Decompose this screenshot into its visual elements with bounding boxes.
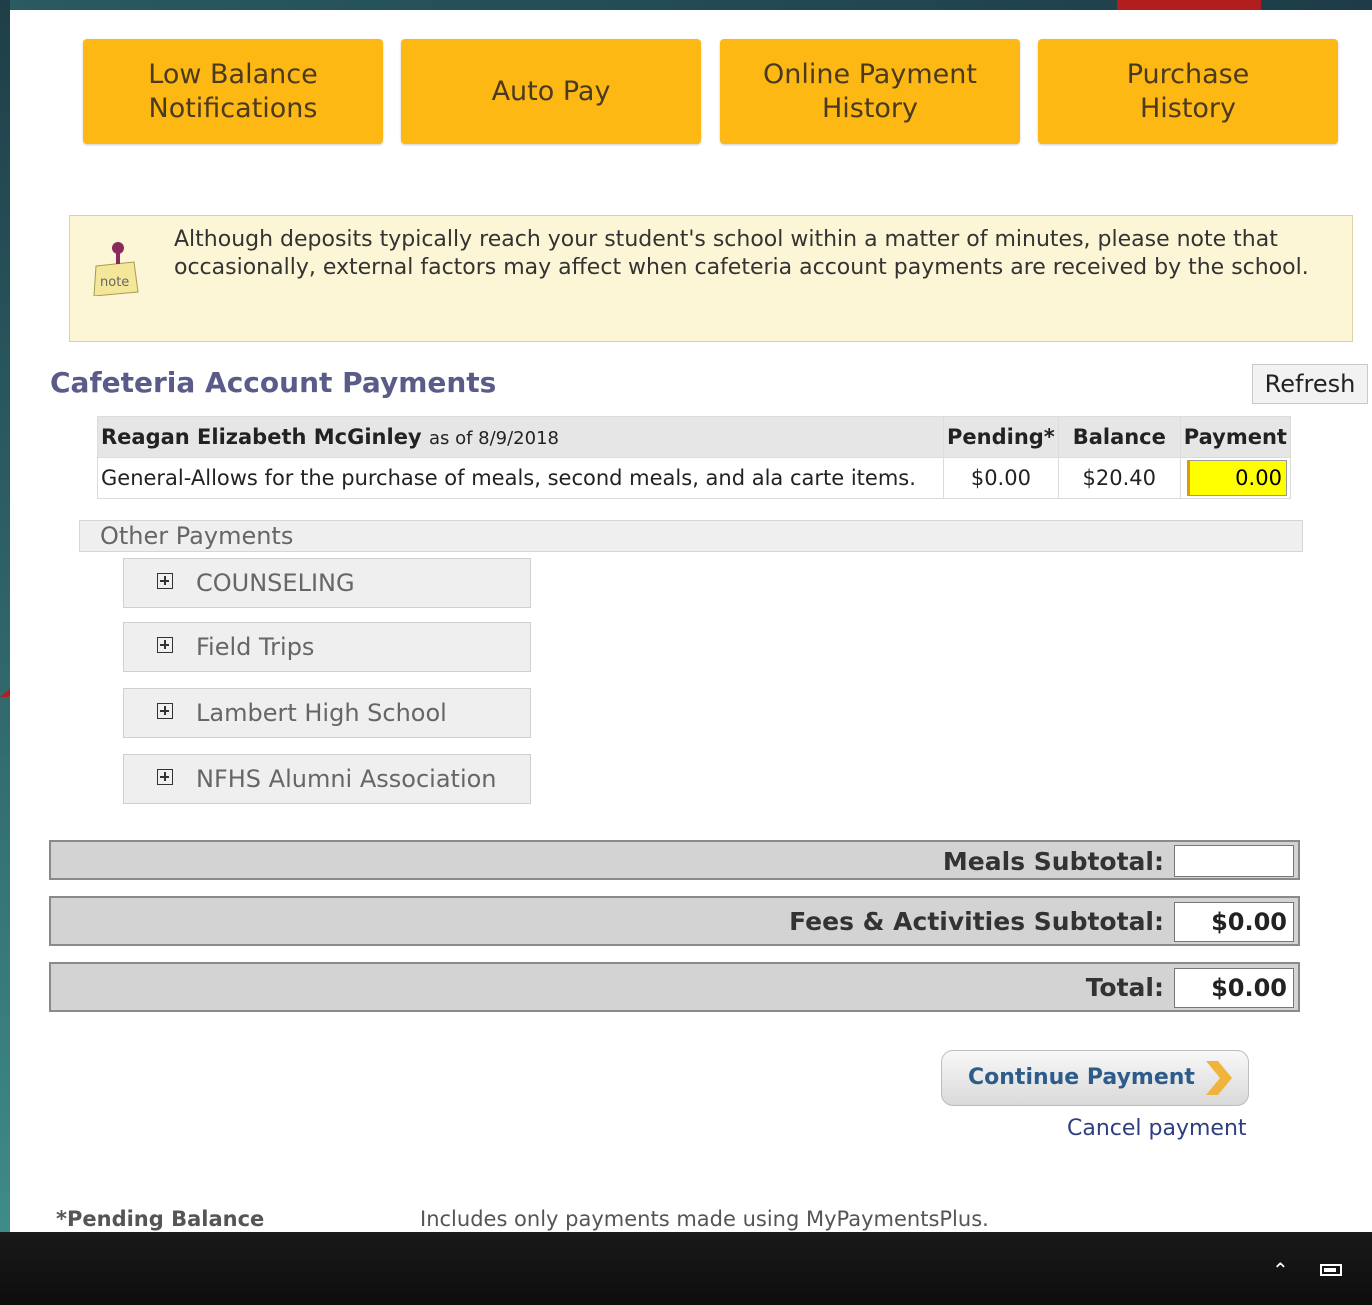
continue-payment-button[interactable]: Continue Payment <box>941 1050 1249 1106</box>
category-label: Field Trips <box>196 633 315 661</box>
category-field-trips[interactable]: Field Trips <box>123 622 531 672</box>
pending-balance-footnote-label: *Pending Balance <box>56 1207 265 1231</box>
meals-subtotal-row: Meals Subtotal: <box>49 840 1300 880</box>
balance-value: $20.40 <box>1057 457 1181 499</box>
pending-header: Pending* <box>943 416 1059 458</box>
taskbar <box>0 1232 1372 1305</box>
auto-pay-button[interactable]: Auto Pay <box>401 39 701 144</box>
payment-header: Payment <box>1179 416 1291 458</box>
meals-subtotal-label: Meals Subtotal: <box>942 847 1164 876</box>
purchase-history-button[interactable]: Purchase History <box>1038 39 1338 144</box>
expand-plus-icon[interactable] <box>157 637 173 653</box>
chevron-up-icon[interactable]: ⌃ <box>1272 1258 1289 1282</box>
online-payment-history-button[interactable]: Online Payment History <box>720 39 1020 144</box>
category-lambert-high-school[interactable]: Lambert High School <box>123 688 531 738</box>
notice-box: note Although deposits typically reach y… <box>69 215 1353 342</box>
balance-header: Balance <box>1057 416 1181 458</box>
table-row: General-Allows for the purchase of meals… <box>97 457 1291 499</box>
svg-text:note: note <box>100 275 129 290</box>
expand-plus-icon[interactable] <box>157 769 173 785</box>
account-table: Reagan Elizabeth McGinley as of 8/9/2018… <box>97 416 1291 499</box>
battery-icon[interactable] <box>1320 1264 1342 1276</box>
category-label: COUNSELING <box>196 569 355 597</box>
meals-subtotal-value <box>1174 845 1294 877</box>
payment-input[interactable] <box>1186 460 1287 496</box>
cancel-payment-link[interactable]: Cancel payment <box>1067 1116 1247 1141</box>
payment-cell <box>1179 457 1291 499</box>
table-header-row: Reagan Elizabeth McGinley as of 8/9/2018… <box>97 416 1291 458</box>
top-red-accent <box>1117 0 1261 10</box>
as-of-date: as of 8/9/2018 <box>428 428 559 449</box>
total-row: Total: $0.00 <box>49 962 1300 1012</box>
category-counseling[interactable]: COUNSELING <box>123 558 531 608</box>
fees-subtotal-row: Fees & Activities Subtotal: $0.00 <box>49 896 1300 946</box>
category-nfhs-alumni-association[interactable]: NFHS Alumni Association <box>123 754 531 804</box>
pending-value: $0.00 <box>943 457 1059 499</box>
fees-subtotal-label: Fees & Activities Subtotal: <box>789 907 1164 936</box>
student-name: Reagan Elizabeth McGinley <box>101 425 422 449</box>
category-label: Lambert High School <box>196 699 447 727</box>
refresh-button[interactable]: Refresh <box>1252 364 1368 404</box>
section-title: Cafeteria Account Payments <box>50 366 497 399</box>
total-label: Total: <box>1085 973 1164 1002</box>
student-header-cell: Reagan Elizabeth McGinley as of 8/9/2018 <box>97 416 944 458</box>
fees-subtotal-value: $0.00 <box>1174 902 1294 942</box>
continue-payment-label: Continue Payment <box>968 1065 1195 1090</box>
pending-balance-footnote-text: Includes only payments made using MyPaym… <box>420 1207 989 1231</box>
other-payments-header: Other Payments <box>79 520 1303 552</box>
page-content: Low Balance Notifications Auto Pay Onlin… <box>10 10 1372 1232</box>
expand-plus-icon[interactable] <box>157 703 173 719</box>
total-value: $0.00 <box>1174 968 1294 1008</box>
note-icon: note <box>93 242 139 296</box>
notice-text: Although deposits typically reach your s… <box>174 227 1309 280</box>
account-description: General-Allows for the purchase of meals… <box>97 457 944 499</box>
window-left-band <box>0 0 10 1232</box>
expand-plus-icon[interactable] <box>157 573 173 589</box>
category-label: NFHS Alumni Association <box>196 765 497 793</box>
low-balance-notifications-button[interactable]: Low Balance Notifications <box>83 39 383 144</box>
chevron-right-icon <box>1206 1061 1232 1095</box>
